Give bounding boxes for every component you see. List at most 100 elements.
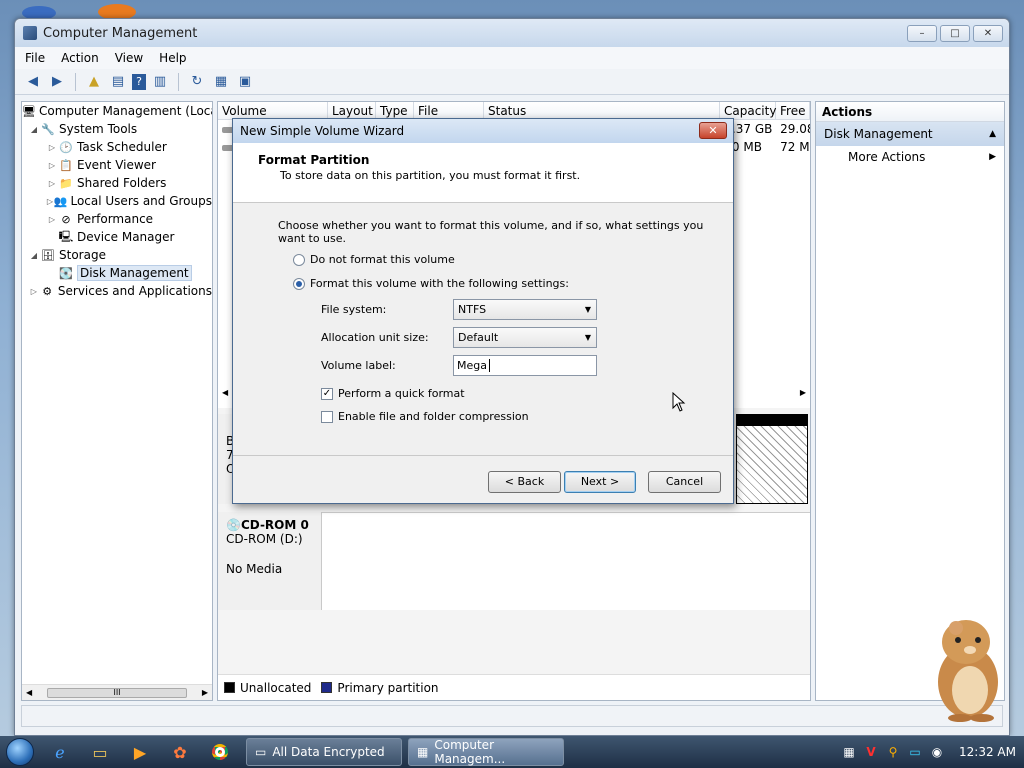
allocation-unit-select[interactable]: Default ▼: [453, 327, 597, 348]
scroll-thumb[interactable]: III: [47, 687, 187, 698]
menu-help[interactable]: Help: [159, 51, 186, 65]
back-button[interactable]: < Back: [488, 471, 561, 493]
properties-icon[interactable]: ▦: [211, 72, 231, 92]
chrome-icon[interactable]: [200, 736, 240, 768]
tree-item-disk-management[interactable]: 💽 Disk Management: [22, 264, 212, 282]
scroll-left-arrow-icon[interactable]: ◀: [222, 388, 228, 397]
tree-item-task-scheduler[interactable]: ▷ 🕑 Task Scheduler: [22, 138, 212, 156]
tree-item-local-users[interactable]: ▷ 👥 Local Users and Groups: [22, 192, 212, 210]
collapse-arrow-icon[interactable]: ◢: [28, 125, 40, 134]
media-player-icon[interactable]: ▶: [120, 736, 160, 768]
expand-arrow-icon[interactable]: ▷: [46, 197, 54, 206]
column-file-system[interactable]: File System: [414, 102, 484, 136]
collapse-arrow-icon[interactable]: ◢: [28, 251, 40, 260]
unallocated-partition[interactable]: [736, 414, 808, 504]
radio-circle-selected[interactable]: [293, 277, 305, 290]
tree-item-system-tools[interactable]: ◢ 🔧 System Tools: [22, 120, 212, 138]
forward-arrow-icon[interactable]: ▶: [47, 72, 67, 92]
scroll-left-arrow-icon[interactable]: ◀: [26, 688, 32, 697]
wizard-heading: Format Partition: [258, 153, 370, 167]
taskbar: ℯ ▭ ▶ ✿ ▭ All Data Encrypted ▦ Computer …: [0, 736, 1024, 768]
tray-app-icon[interactable]: ▦: [841, 744, 857, 760]
help-icon[interactable]: ?: [132, 73, 146, 90]
collapse-up-icon[interactable]: ▲: [989, 122, 996, 146]
expand-arrow-icon[interactable]: ▷: [28, 287, 40, 296]
tree-horizontal-scrollbar[interactable]: ◀ III ▶: [22, 684, 212, 700]
expand-arrow-icon[interactable]: ▷: [46, 143, 58, 152]
performance-icon: ⊘: [61, 212, 71, 226]
tree-item-storage[interactable]: ◢ 🗄 Storage: [22, 246, 212, 264]
volume-icon[interactable]: ◉: [929, 744, 945, 760]
expand-arrow-icon[interactable]: ▷: [46, 161, 58, 170]
close-button[interactable]: ✕: [973, 25, 1003, 42]
settings-icon[interactable]: ▣: [235, 72, 255, 92]
dropdown-arrow-icon[interactable]: ▼: [585, 300, 591, 319]
column-capacity[interactable]: Capacity: [720, 102, 776, 119]
refresh-icon[interactable]: ↻: [187, 72, 207, 92]
dialog-close-button[interactable]: ✕: [699, 122, 727, 139]
tree-item-device-manager[interactable]: 🖳 Device Manager: [22, 228, 212, 246]
file-explorer-icon[interactable]: ▭: [80, 736, 120, 768]
show-hide-tree-icon[interactable]: ▤: [108, 72, 128, 92]
antivirus-icon[interactable]: V: [863, 744, 879, 760]
tree-item-event-viewer[interactable]: ▷ 📋 Event Viewer: [22, 156, 212, 174]
menu-view[interactable]: View: [115, 51, 143, 65]
menu-action[interactable]: Action: [61, 51, 99, 65]
taskbar-item-computer-management[interactable]: ▦ Computer Managem...: [408, 738, 564, 766]
internet-explorer-icon[interactable]: ℯ: [40, 736, 80, 768]
dialog-title-bar: New Simple Volume Wizard ✕: [233, 119, 733, 143]
tree-item-performance[interactable]: ▷ ⊘ Performance: [22, 210, 212, 228]
column-free[interactable]: Free: [776, 102, 810, 119]
computer-icon: 🖥: [22, 104, 36, 118]
cdrom-0-label[interactable]: 💿CD-ROM 0 CD-ROM (D:) No Media: [218, 512, 322, 610]
clock[interactable]: 12:32 AM: [959, 745, 1016, 759]
column-type[interactable]: Type: [376, 102, 414, 119]
radio-format-volume[interactable]: Format this volume with the following se…: [293, 277, 569, 290]
column-status[interactable]: Status: [484, 102, 720, 119]
network-icon[interactable]: ▭: [907, 744, 923, 760]
start-button[interactable]: [0, 736, 40, 768]
mouse-cursor-icon: [672, 392, 686, 412]
cancel-button[interactable]: Cancel: [648, 471, 721, 493]
expand-arrow-icon[interactable]: ▷: [46, 179, 58, 188]
up-folder-icon[interactable]: ▲: [84, 72, 104, 92]
column-layout[interactable]: Layout: [328, 102, 376, 119]
volume-label-input[interactable]: Mega: [453, 355, 597, 376]
minimize-button[interactable]: –: [907, 25, 937, 42]
quick-format-checkbox[interactable]: ✓ Perform a quick format: [321, 387, 465, 400]
actions-section-disk-management[interactable]: Disk Management ▲: [816, 122, 1004, 146]
tree-item-shared-folders[interactable]: ▷ 📁 Shared Folders: [22, 174, 212, 192]
app-icon[interactable]: ✿: [160, 736, 200, 768]
file-system-label: File system:: [321, 303, 387, 316]
checkbox-unchecked[interactable]: [321, 410, 333, 423]
back-arrow-icon[interactable]: ◀: [23, 72, 43, 92]
radio-do-not-format[interactable]: Do not format this volume: [293, 253, 455, 266]
legend-swatch-primary: [321, 682, 333, 693]
column-volume[interactable]: Volume: [218, 102, 328, 119]
compression-checkbox[interactable]: Enable file and folder compression: [321, 410, 529, 423]
search-icon[interactable]: ⚲: [885, 744, 901, 760]
checkbox-checked[interactable]: ✓: [321, 387, 333, 400]
radio-circle[interactable]: [293, 253, 305, 266]
show-hide-action-pane-icon[interactable]: ▥: [150, 72, 170, 92]
file-system-select[interactable]: NTFS ▼: [453, 299, 597, 320]
cdrom-partition[interactable]: [322, 512, 810, 610]
storage-icon: 🗄: [41, 248, 55, 262]
taskbar-item-all-data-encrypted[interactable]: ▭ All Data Encrypted: [246, 738, 402, 766]
toolbar: ◀ ▶ ▲ ▤ ? ▥ ↻ ▦ ▣: [15, 69, 1009, 95]
expand-arrow-icon[interactable]: ▷: [46, 215, 58, 224]
tree-item-root[interactable]: 🖥 Computer Management (Local: [22, 102, 212, 120]
system-tray: ▦ V ⚲ ▭ ◉ 12:32 AM: [841, 736, 1024, 768]
windows-orb-icon: [6, 738, 34, 766]
hamster-mascot-icon: [938, 620, 998, 722]
maximize-button[interactable]: □: [940, 25, 970, 42]
scroll-right-arrow-icon[interactable]: ▶: [800, 388, 806, 397]
tree-item-services[interactable]: ▷ ⚙ Services and Applications: [22, 282, 212, 300]
shared-folder-icon: 📁: [59, 176, 73, 190]
menu-file[interactable]: File: [25, 51, 45, 65]
more-actions-item[interactable]: More Actions ▶: [816, 146, 1004, 168]
next-button[interactable]: Next >: [564, 471, 636, 493]
dropdown-arrow-icon[interactable]: ▼: [585, 328, 591, 347]
scroll-right-arrow-icon[interactable]: ▶: [202, 688, 208, 697]
device-manager-icon: 🖳: [58, 229, 74, 243]
